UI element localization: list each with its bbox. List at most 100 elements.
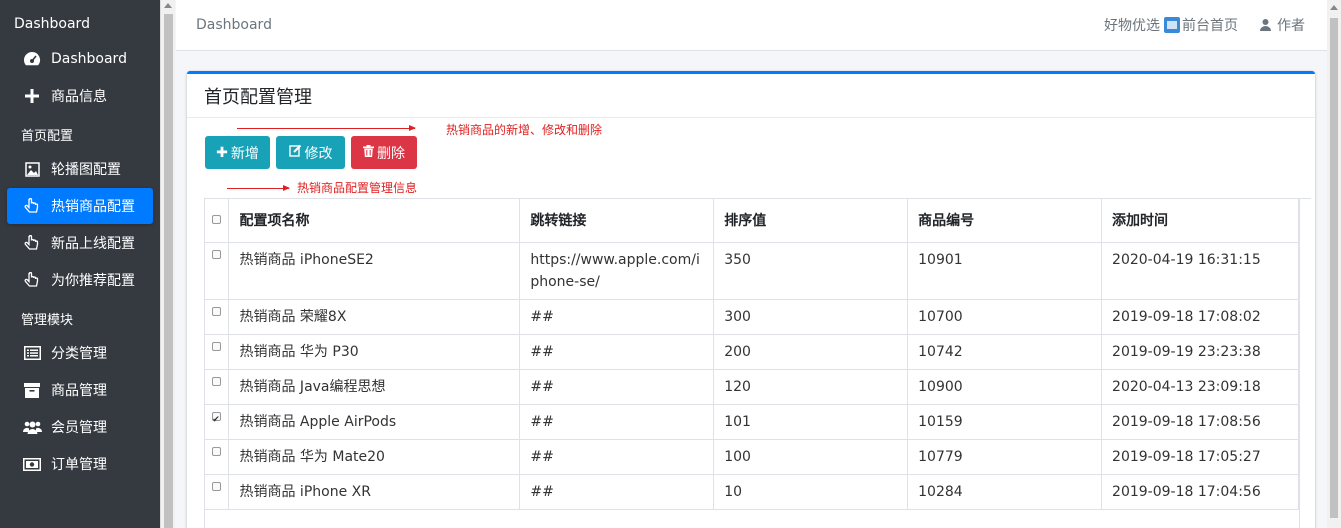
cell-time: 2019-09-18 17:08:02 xyxy=(1101,298,1299,335)
sidebar-item-carousel-config[interactable]: 轮播图配置 xyxy=(7,151,153,187)
cell-sort: 120 xyxy=(713,368,909,405)
delete-button-label: 删除 xyxy=(377,145,405,162)
cell-name: 热销商品 荣耀8X xyxy=(228,298,521,335)
sidebar-item-hot-goods-config[interactable]: 热销商品配置 xyxy=(7,188,153,224)
sidebar-item-label: Dashboard xyxy=(51,51,127,67)
row-select-cell xyxy=(205,473,230,510)
row-checkbox[interactable] xyxy=(212,306,222,316)
scroll-up-arrow-icon[interactable] xyxy=(1330,5,1338,10)
edit-button-label: 修改 xyxy=(304,145,333,162)
cell-link: ## xyxy=(519,368,715,405)
column-header-sort[interactable]: 排序值 xyxy=(713,199,909,243)
sidebar-item-goods-info[interactable]: 商品信息 xyxy=(7,78,153,114)
row-checkbox[interactable] xyxy=(212,376,222,386)
row-select-cell xyxy=(205,333,230,370)
row-checkbox[interactable] xyxy=(212,481,222,491)
sidebar-item-label: 新品上线配置 xyxy=(51,236,135,252)
cell-link: ## xyxy=(519,403,715,440)
select-all-checkbox[interactable] xyxy=(212,215,222,225)
annotation-arrow xyxy=(227,185,290,191)
cell-goods-id: 10901 xyxy=(907,241,1103,300)
row-select-cell xyxy=(205,438,230,475)
sidebar-item-goods[interactable]: 商品管理 xyxy=(7,372,153,408)
edit-button[interactable]: 修改 xyxy=(276,136,345,169)
table-row[interactable]: 热销商品 Java编程思想 ## 120 10900 2020-04-13 23:09:… xyxy=(205,368,1299,405)
row-select-cell xyxy=(205,298,230,335)
sidebar-item-label: 分类管理 xyxy=(51,346,107,362)
sidebar-item-label: 为你推荐配置 xyxy=(51,273,135,289)
select-all-cell xyxy=(205,199,230,243)
scroll-up-arrow-icon[interactable] xyxy=(164,3,172,8)
plus-icon xyxy=(21,89,43,103)
hand-pointer-icon xyxy=(21,271,43,289)
cell-sort: 10 xyxy=(713,473,909,510)
sidebar-item-label: 会员管理 xyxy=(51,420,107,436)
sidebar: Dashboard Dashboard 商品信息 首页配置 轮播图配置 热销商品… xyxy=(0,0,160,528)
row-checkbox[interactable] xyxy=(212,341,222,351)
sidebar-item-label: 商品信息 xyxy=(51,89,107,105)
column-header-goods-id[interactable]: 商品编号 xyxy=(907,199,1103,243)
annotation-buttons: 热销商品的新增、修改和删除 xyxy=(446,123,603,137)
table-row[interactable]: 热销商品 华为 P30 ## 200 10742 2019-09-19 23:23:38 xyxy=(205,333,1299,370)
author-link[interactable]: 作者 xyxy=(1260,15,1305,35)
list-icon xyxy=(21,346,43,360)
card-title: 首页配置管理 xyxy=(187,74,1315,118)
cell-goods-id: 10159 xyxy=(907,403,1103,440)
sidebar-item-orders[interactable]: 订单管理 xyxy=(7,446,153,482)
delete-button[interactable]: 删除 xyxy=(351,136,417,169)
breadcrumb[interactable]: Dashboard xyxy=(196,17,272,33)
cell-time: 2019-09-18 17:05:27 xyxy=(1101,438,1299,475)
table-row[interactable]: 热销商品 华为 Mate20 ## 100 10779 2019-09-18 17:05… xyxy=(205,438,1299,475)
row-checkbox[interactable] xyxy=(212,409,222,431)
hand-pointer-icon xyxy=(21,234,43,252)
nav-header-home-config: 首页配置 xyxy=(21,129,74,144)
row-select-cell xyxy=(205,368,230,405)
sidebar-item-category[interactable]: 分类管理 xyxy=(7,335,153,371)
cell-name: 热销商品 Java编程思想 xyxy=(228,368,521,405)
sidebar-item-new-goods-config[interactable]: 新品上线配置 xyxy=(7,225,153,261)
top-navbar: Dashboard 好物优选 前台首页 作者 xyxy=(176,0,1327,51)
table-row[interactable]: 热销商品 iPhone XR ## 10 10284 2019-09-18 17:04:… xyxy=(205,473,1299,510)
cell-goods-id: 10284 xyxy=(907,473,1103,510)
row-select-cell xyxy=(205,241,230,300)
table-row[interactable]: 热销商品 Apple AirPods##101101592019-09-18 1… xyxy=(205,403,1299,440)
cell-sort: 300 xyxy=(713,298,909,335)
cell-goods-id: 10900 xyxy=(907,368,1103,405)
user-icon xyxy=(1260,19,1271,31)
cell-time: 2020-04-13 23:09:18 xyxy=(1101,368,1299,405)
shop-name: 好物优选 xyxy=(1104,18,1160,34)
main-scrollbar[interactable] xyxy=(1327,0,1341,528)
column-header-name[interactable]: 配置项名称 xyxy=(228,199,521,243)
dashboard-icon xyxy=(21,51,43,67)
table-row[interactable]: 热销商品 荣耀8X ## 300 10700 2019-09-18 17:08:02 xyxy=(205,298,1299,335)
sidebar-item-members[interactable]: 会员管理 xyxy=(7,409,153,445)
sidebar-item-recommend-config[interactable]: 为你推荐配置 xyxy=(7,262,153,298)
trash-icon xyxy=(363,144,374,161)
annotation-table: 热销商品配置管理信息 xyxy=(297,181,418,195)
column-header-time[interactable]: 添加时间 xyxy=(1101,199,1299,243)
hand-pointer-icon xyxy=(21,197,43,215)
sidebar-scrollbar[interactable] xyxy=(160,0,175,528)
cell-name: 热销商品 iPhoneSE2 xyxy=(228,241,521,300)
annotation-arrow xyxy=(237,125,416,131)
add-button[interactable]: ✚ 新增 xyxy=(205,136,270,169)
money-icon xyxy=(21,457,43,471)
main-scroll-thumb[interactable] xyxy=(1330,18,1338,518)
table-row[interactable]: 热销商品 iPhoneSE2 https://www.apple.com/ipho… xyxy=(205,241,1299,300)
row-checkbox[interactable] xyxy=(212,446,222,456)
row-checkbox[interactable] xyxy=(212,249,222,259)
sidebar-item-label: 轮播图配置 xyxy=(51,162,121,178)
cell-link: ## xyxy=(519,298,715,335)
sidebar-brand[interactable]: Dashboard xyxy=(0,0,160,40)
author-label: 作者 xyxy=(1277,18,1305,34)
sidebar-scroll-thumb[interactable] xyxy=(164,14,173,528)
cell-time: 2019-09-19 23:23:38 xyxy=(1101,333,1299,370)
table-scrollbar[interactable] xyxy=(1299,199,1311,528)
cell-time: 2020-04-19 16:31:15 xyxy=(1101,241,1299,300)
sidebar-item-dashboard[interactable]: Dashboard xyxy=(7,41,153,77)
sidebar-item-label: 订单管理 xyxy=(51,457,107,473)
cell-name: 热销商品 iPhone XR xyxy=(228,473,521,510)
column-header-link[interactable]: 跳转链接 xyxy=(519,199,715,243)
cell-sort: 101 xyxy=(713,403,909,440)
storefront-link[interactable]: 好物优选 前台首页 xyxy=(1104,15,1238,35)
